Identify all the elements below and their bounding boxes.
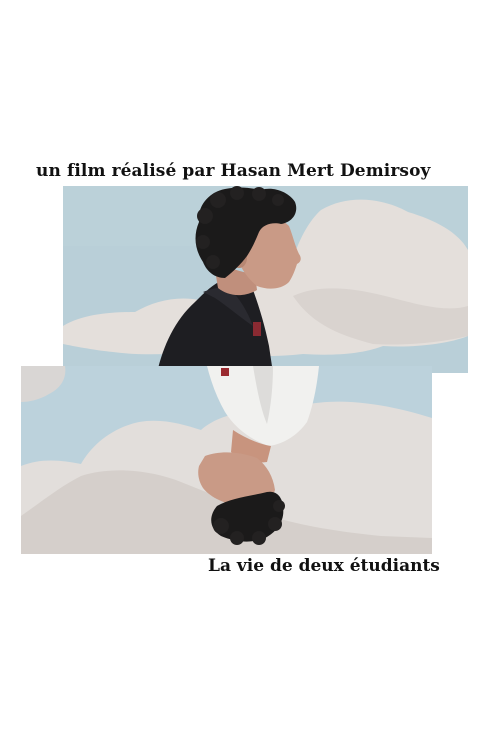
hair-curl (210, 192, 226, 208)
top-photo (63, 186, 468, 373)
hair-curl (268, 517, 282, 531)
hair-curl (206, 255, 220, 269)
top-photo-scene (63, 186, 468, 373)
hair-curl (196, 235, 210, 249)
bottom-photo (21, 366, 432, 554)
bottom-photo-scene (21, 366, 432, 554)
hair-curl (230, 186, 244, 200)
hair-curl (230, 531, 244, 545)
hair-curl (272, 194, 284, 206)
hair-curl (273, 500, 285, 512)
director-credit: un film réalisé par Hasan Mert Demirsoy (36, 161, 431, 181)
shirt-logo (221, 368, 229, 376)
hair-curl (252, 531, 266, 545)
hair-curl (252, 187, 266, 201)
hair-curl (197, 208, 213, 224)
hair-curl (213, 518, 229, 534)
shirt-logo (253, 322, 261, 336)
film-subtitle: La vie de deux étudiants (208, 556, 440, 576)
